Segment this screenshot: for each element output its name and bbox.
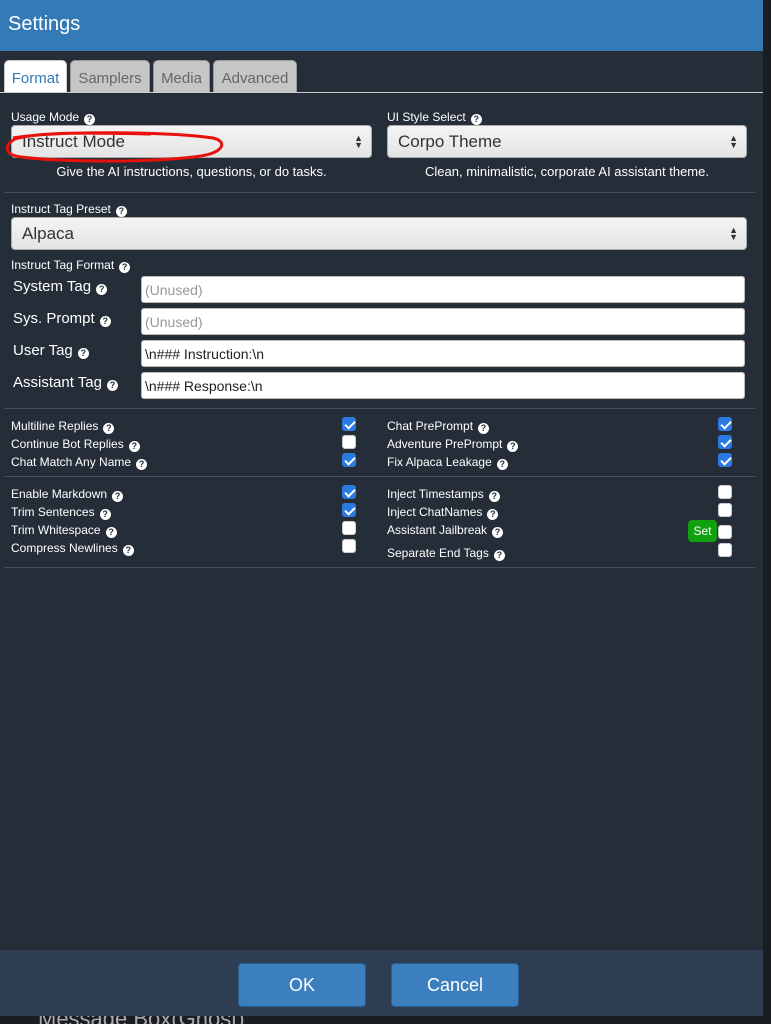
chat-match-any-name-checkbox[interactable] [342, 453, 356, 467]
option-inject-timestamps: Inject Timestamps? [387, 487, 500, 502]
help-icon[interactable]: ? [122, 545, 134, 556]
enable-markdown-checkbox[interactable] [342, 485, 356, 499]
compress-newlines-checkbox[interactable] [342, 539, 356, 553]
window-edge [763, 0, 771, 1024]
instruct-format-label: Instruct Tag Format? [11, 258, 131, 273]
option-adventure-preprompt: Adventure PrePrompt? [387, 437, 519, 452]
help-icon[interactable]: ? [492, 527, 504, 538]
continue-bot-replies-checkbox[interactable] [342, 435, 356, 449]
ui-style-value: Corpo Theme [398, 132, 502, 151]
background-page: Message Box(Ghost) [0, 1016, 763, 1024]
option-assistant-jailbreak: Assistant Jailbreak? [387, 523, 504, 538]
adventure-preprompt-checkbox[interactable] [718, 435, 732, 449]
option-separate-end-tags: Separate End Tags? [387, 546, 505, 561]
option-continue-bot-replies: Continue Bot Replies? [11, 437, 140, 452]
help-icon[interactable]: ? [99, 509, 111, 520]
ui-style-select[interactable]: Corpo Theme ▲ ▼ [387, 125, 747, 158]
help-icon[interactable]: ? [136, 459, 148, 470]
assistant-jailbreak-checkbox[interactable] [718, 525, 732, 539]
system-tag-label: System Tag? [13, 278, 108, 295]
inject-timestamps-checkbox[interactable] [718, 485, 732, 499]
usage-mode-description: Give the AI instructions, questions, or … [56, 164, 327, 179]
tab-samplers[interactable]: Samplers [70, 60, 150, 93]
dialog-title: Settings [0, 0, 763, 51]
inject-chatnames-checkbox[interactable] [718, 503, 732, 517]
instruct-preset-label: Instruct Tag Preset? [11, 202, 127, 217]
select-arrows-icon: ▲ ▼ [729, 133, 738, 150]
background-message-box-text: Message Box(Ghost) [38, 1016, 245, 1024]
option-chat-preprompt: Chat PrePrompt? [387, 419, 490, 434]
ui-style-label: UI Style Select? [387, 110, 482, 125]
sys-prompt-label: Sys. Prompt? [13, 310, 111, 327]
help-icon[interactable]: ? [128, 441, 140, 452]
help-icon[interactable]: ? [106, 380, 118, 391]
jailbreak-set-button[interactable]: Set [688, 520, 717, 542]
separate-end-tags-checkbox[interactable] [718, 543, 732, 557]
tab-format[interactable]: Format [4, 60, 67, 93]
select-arrows-icon: ▲ ▼ [354, 133, 363, 150]
tab-media[interactable]: Media [153, 60, 210, 93]
chat-preprompt-checkbox[interactable] [718, 417, 732, 431]
help-icon[interactable]: ? [105, 527, 117, 538]
help-icon[interactable]: ? [84, 114, 96, 125]
help-icon[interactable]: ? [487, 509, 499, 520]
tab-bar: Format Samplers Media Advanced [0, 51, 763, 93]
option-chat-match-any-name: Chat Match Any Name? [11, 455, 148, 470]
help-icon[interactable]: ? [496, 459, 508, 470]
select-arrows-icon: ▲ ▼ [729, 225, 738, 242]
help-icon[interactable]: ? [493, 550, 505, 561]
option-fix-alpaca-leakage: Fix Alpaca Leakage? [387, 455, 508, 470]
section-divider [4, 192, 755, 193]
tab-divider [0, 92, 763, 93]
help-icon[interactable]: ? [77, 348, 89, 359]
instruct-preset-select[interactable]: Alpaca ▲ ▼ [11, 217, 747, 250]
ui-style-description: Clean, minimalistic, corporate AI assist… [425, 164, 709, 179]
ok-button[interactable]: OK [238, 963, 366, 1007]
option-trim-sentences: Trim Sentences? [11, 505, 111, 520]
red-circle-annotation [5, 131, 224, 163]
tab-advanced[interactable]: Advanced [213, 60, 297, 93]
assistant-tag-input[interactable]: \n### Response:\n [141, 372, 745, 399]
help-icon[interactable]: ? [96, 284, 108, 295]
fix-alpaca-leakage-checkbox[interactable] [718, 453, 732, 467]
settings-dialog: Settings Format Samplers Media Advanced … [0, 0, 763, 1024]
help-icon[interactable]: ? [119, 262, 131, 273]
usage-mode-label: Usage Mode? [11, 110, 96, 125]
assistant-tag-label: Assistant Tag? [13, 374, 118, 391]
option-inject-chatnames: Inject ChatNames? [387, 505, 499, 520]
help-icon[interactable]: ? [488, 491, 500, 502]
user-tag-input[interactable]: \n### Instruction:\n [141, 340, 745, 367]
option-compress-newlines: Compress Newlines? [11, 541, 134, 556]
help-icon[interactable]: ? [112, 491, 124, 502]
trim-sentences-checkbox[interactable] [342, 503, 356, 517]
instruct-preset-value: Alpaca [22, 224, 74, 243]
section-divider [4, 567, 755, 568]
sys-prompt-input[interactable]: (Unused) [141, 308, 745, 335]
option-trim-whitespace: Trim Whitespace? [11, 523, 117, 538]
section-divider [4, 476, 755, 477]
user-tag-label: User Tag? [13, 342, 89, 359]
section-divider [4, 408, 755, 409]
help-icon[interactable]: ? [470, 114, 482, 125]
system-tag-input[interactable]: (Unused) [141, 276, 745, 303]
help-icon[interactable]: ? [115, 206, 127, 217]
trim-whitespace-checkbox[interactable] [342, 521, 356, 535]
help-icon[interactable]: ? [507, 441, 519, 452]
cancel-button[interactable]: Cancel [391, 963, 519, 1007]
multiline-replies-checkbox[interactable] [342, 417, 356, 431]
option-multiline-replies: Multiline Replies? [11, 419, 115, 434]
option-enable-markdown: Enable Markdown? [11, 487, 124, 502]
help-icon[interactable]: ? [103, 423, 115, 434]
help-icon[interactable]: ? [478, 423, 490, 434]
help-icon[interactable]: ? [99, 316, 111, 327]
dialog-footer [0, 950, 763, 1016]
